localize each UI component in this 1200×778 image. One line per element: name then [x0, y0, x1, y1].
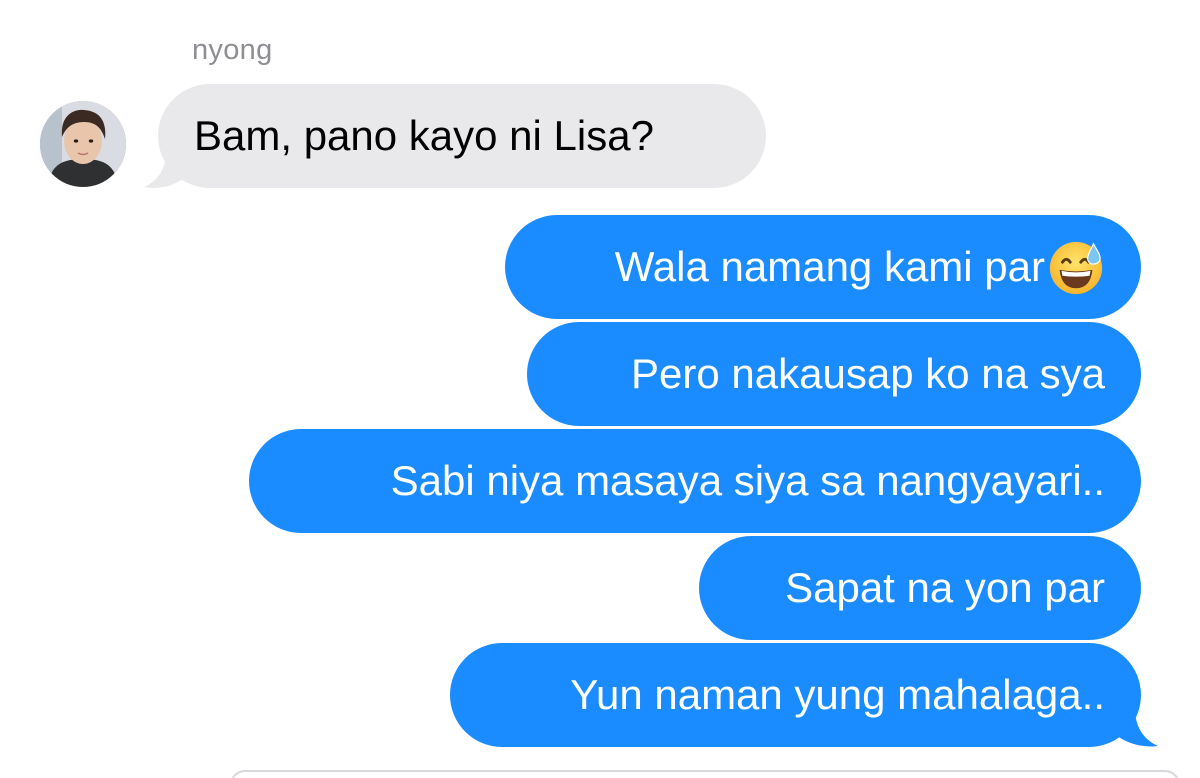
message-thread: nyong Bam, pano kayo ni Lisa? Wala naman…	[0, 0, 1200, 778]
grinning-face-with-sweat-icon	[1049, 241, 1103, 294]
outgoing-message[interactable]: Wala namang kami par	[505, 215, 1141, 319]
sender-name: nyong	[192, 34, 273, 66]
outgoing-message[interactable]: Yun naman yung mahalaga..	[450, 643, 1141, 747]
incoming-message[interactable]: Bam, pano kayo ni Lisa?	[158, 84, 766, 188]
message-text: Pero nakausap ko na sya	[631, 350, 1105, 397]
message-text: Bam, pano kayo ni Lisa?	[194, 112, 654, 159]
outgoing-message[interactable]: Pero nakausap ko na sya	[527, 322, 1141, 426]
message-text: Wala namang kami par	[614, 243, 1045, 290]
message-input-field[interactable]	[230, 770, 1180, 778]
outgoing-message[interactable]: Sabi niya masaya siya sa nangyayari..	[249, 429, 1141, 533]
message-text: Sabi niya masaya siya sa nangyayari..	[390, 457, 1105, 504]
avatar[interactable]	[40, 101, 126, 187]
message-text: Sapat na yon par	[785, 564, 1105, 611]
avatar-photo	[40, 101, 126, 187]
outgoing-message[interactable]: Sapat na yon par	[699, 536, 1141, 640]
message-text: Yun naman yung mahalaga..	[570, 671, 1105, 718]
